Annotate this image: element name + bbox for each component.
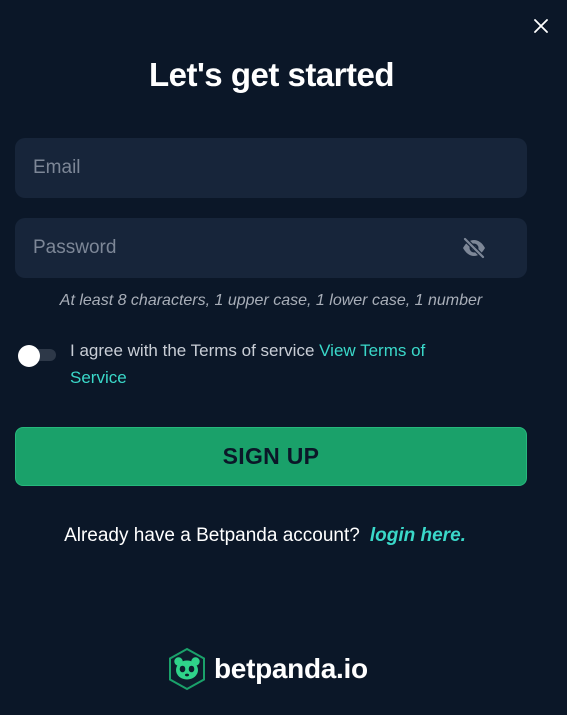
brand-logo: betpanda.io [167, 647, 368, 691]
terms-text: I agree with the Terms of service [70, 341, 315, 360]
email-field-container [15, 138, 527, 198]
login-prompt-line: Already have a Betpanda account? login he… [0, 525, 530, 547]
eye-slash-icon [462, 237, 486, 259]
password-field-container [15, 218, 527, 278]
toggle-knob [18, 345, 40, 367]
signup-modal: Let's get started At least 8 characters,… [0, 0, 567, 715]
brand-name: betpanda.io [214, 653, 368, 684]
close-icon [534, 19, 548, 33]
password-field[interactable] [15, 218, 527, 278]
login-link[interactable]: login here. [370, 525, 466, 546]
page-title: Let's get started [148, 56, 395, 93]
toggle-password-visibility-button[interactable] [461, 236, 487, 260]
email-field[interactable] [15, 138, 527, 198]
password-hint: At least 8 characters, 1 upper case, 1 l… [59, 292, 483, 309]
panda-logo-icon [169, 647, 205, 691]
terms-toggle[interactable] [18, 345, 56, 367]
close-button[interactable] [531, 16, 551, 36]
signup-button[interactable]: SIGN UP [15, 427, 527, 486]
login-prompt: Already have a Betpanda account? [64, 525, 360, 546]
terms-agreement: I agree with the Terms of service View T… [70, 337, 470, 391]
